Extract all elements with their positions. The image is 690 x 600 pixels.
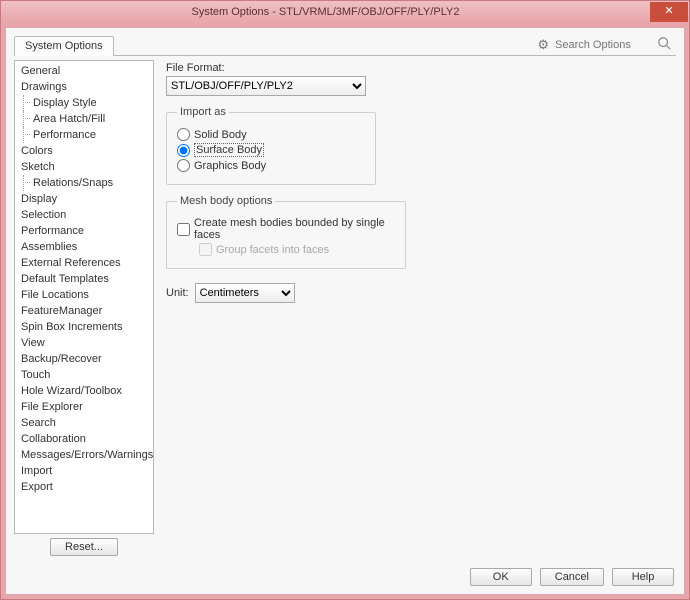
reset-button[interactable]: Reset... [50, 538, 118, 556]
radio-surface-body[interactable]: Surface Body [177, 143, 365, 157]
nav-item[interactable]: Performance [15, 223, 153, 239]
nav-item[interactable]: Assemblies [15, 239, 153, 255]
client-area: System Options ⚙ GeneralDrawingsDisplay … [5, 27, 685, 595]
nav-item[interactable]: Drawings [15, 79, 153, 95]
ok-button[interactable]: OK [470, 568, 532, 586]
file-format-label: File Format: [166, 62, 672, 74]
options-window: System Options - STL/VRML/3MF/OBJ/OFF/PL… [0, 0, 690, 600]
radio-solid-input[interactable] [177, 128, 190, 141]
nav-item[interactable]: Import [15, 463, 153, 479]
nav-item[interactable]: Display [15, 191, 153, 207]
check-group-facets-label: Group facets into faces [216, 244, 329, 256]
top-row: System Options ⚙ [6, 28, 684, 55]
nav-item[interactable]: Export [15, 479, 153, 495]
radio-graphics-label: Graphics Body [194, 160, 266, 172]
check-group-facets: Group facets into faces [199, 243, 395, 256]
nav-item[interactable]: Area Hatch/Fill [15, 111, 153, 127]
nav-item[interactable]: FeatureManager [15, 303, 153, 319]
close-button[interactable]: ✕ [650, 2, 688, 22]
search-box[interactable]: ⚙ [506, 34, 676, 55]
nav-item[interactable]: Backup/Recover [15, 351, 153, 367]
nav-tree[interactable]: GeneralDrawingsDisplay StyleArea Hatch/F… [14, 60, 154, 534]
unit-row: Unit: Centimeters [166, 283, 672, 303]
main-area: GeneralDrawingsDisplay StyleArea Hatch/F… [6, 56, 684, 562]
radio-surface-input[interactable] [177, 144, 190, 157]
nav-item[interactable]: General [15, 63, 153, 79]
radio-graphics-input[interactable] [177, 159, 190, 172]
check-create-mesh-input[interactable] [177, 223, 190, 236]
unit-label: Unit: [166, 287, 189, 299]
nav-item[interactable]: Relations/Snaps [15, 175, 153, 191]
nav-item[interactable]: Search [15, 415, 153, 431]
search-input[interactable] [553, 38, 653, 52]
nav-item[interactable]: External References [15, 255, 153, 271]
unit-select[interactable]: Centimeters [195, 283, 295, 303]
mesh-options-legend: Mesh body options [177, 195, 275, 207]
radio-graphics-body[interactable]: Graphics Body [177, 159, 365, 172]
nav-item[interactable]: Hole Wizard/Toolbox [15, 383, 153, 399]
reset-row: Reset... [14, 538, 154, 556]
radio-solid-body[interactable]: Solid Body [177, 128, 365, 141]
nav-item[interactable]: Performance [15, 127, 153, 143]
nav-item[interactable]: Sketch [15, 159, 153, 175]
nav-item[interactable]: File Explorer [15, 399, 153, 415]
cancel-button[interactable]: Cancel [540, 568, 604, 586]
footer: OK Cancel Help [6, 562, 684, 594]
nav-item[interactable]: Spin Box Increments [15, 319, 153, 335]
mesh-options-group: Mesh body options Create mesh bodies bou… [166, 195, 406, 269]
nav-item[interactable]: File Locations [15, 287, 153, 303]
import-as-legend: Import as [177, 106, 229, 118]
nav-panel: GeneralDrawingsDisplay StyleArea Hatch/F… [14, 60, 154, 556]
nav-item[interactable]: Collaboration [15, 431, 153, 447]
search-icon [657, 36, 671, 53]
content-panel: File Format: STL/OBJ/OFF/PLY/PLY2 Import… [162, 60, 676, 556]
tab-strip: System Options [14, 35, 498, 55]
titlebar: System Options - STL/VRML/3MF/OBJ/OFF/PL… [1, 1, 689, 23]
nav-item[interactable]: View [15, 335, 153, 351]
help-button[interactable]: Help [612, 568, 674, 586]
nav-item[interactable]: Selection [15, 207, 153, 223]
nav-item[interactable]: Colors [15, 143, 153, 159]
radio-surface-label: Surface Body [194, 143, 264, 157]
radio-solid-label: Solid Body [194, 129, 247, 141]
file-format-select[interactable]: STL/OBJ/OFF/PLY/PLY2 [166, 76, 366, 96]
import-as-group: Import as Solid Body Surface Body Graphi… [166, 106, 376, 185]
check-create-mesh-label: Create mesh bodies bounded by single fac… [194, 217, 395, 241]
window-title: System Options - STL/VRML/3MF/OBJ/OFF/PL… [1, 6, 650, 18]
nav-item[interactable]: Touch [15, 367, 153, 383]
gear-icon: ⚙ [537, 37, 549, 53]
nav-item[interactable]: Display Style [15, 95, 153, 111]
tab-system-options[interactable]: System Options [14, 36, 114, 56]
check-create-mesh[interactable]: Create mesh bodies bounded by single fac… [177, 217, 395, 241]
nav-item[interactable]: Default Templates [15, 271, 153, 287]
nav-item[interactable]: Messages/Errors/Warnings [15, 447, 153, 463]
check-group-facets-input [199, 243, 212, 256]
